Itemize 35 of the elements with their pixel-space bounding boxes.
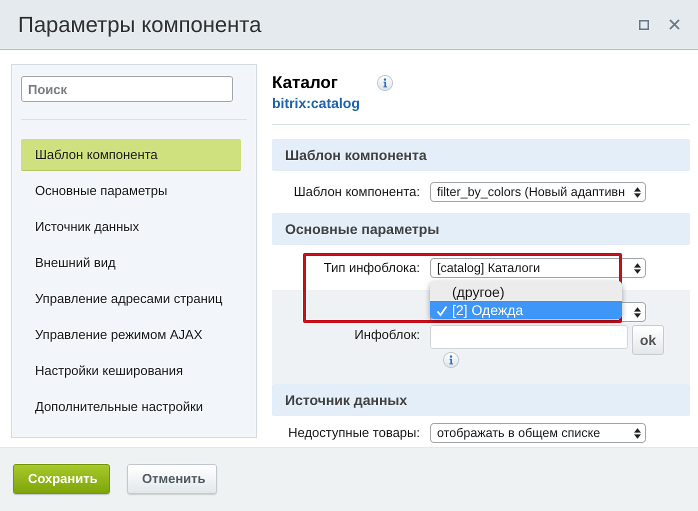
info-icon[interactable]: [443, 352, 459, 368]
field-label: Инфоблок:: [353, 326, 421, 344]
sidebar-item[interactable]: Внешний вид: [21, 247, 241, 279]
sidebar-item[interactable]: Шаблон компонента: [21, 139, 241, 171]
field-label: Шаблон компонента:: [292, 183, 421, 201]
sidebar-item[interactable]: Основные параметры: [21, 175, 241, 207]
sidebar-item[interactable]: Источник данных: [21, 211, 241, 243]
select-field[interactable]: [catalog] Каталоги: [430, 258, 646, 278]
info-icon[interactable]: [377, 75, 393, 91]
search-field[interactable]: Поиск: [21, 76, 233, 102]
sidebar-item[interactable]: Управление режимом AJAX: [21, 319, 241, 351]
section-header: Основные параметры: [272, 213, 690, 245]
updown-arrows-icon: [634, 306, 641, 318]
field-label: Тип инфоблока:: [322, 259, 421, 277]
section-header: Шаблон компонента: [272, 139, 690, 171]
select-field[interactable]: filter_by_colors (Новый адаптивн: [430, 182, 646, 202]
field-label: Недоступные товары:: [287, 424, 421, 442]
sidebar-item[interactable]: Управление адресами страниц: [21, 283, 241, 315]
sidebar-item[interactable]: Дополнительные настройки: [21, 391, 241, 423]
window-title: Параметры компонента: [18, 12, 262, 38]
maximize-icon[interactable]: [639, 20, 649, 30]
component-code[interactable]: bitrix:catalog: [272, 95, 360, 111]
ok-button[interactable]: ok: [632, 325, 664, 355]
updown-arrows-icon: [634, 186, 641, 198]
close-icon[interactable]: [669, 19, 680, 30]
cancel-button[interactable]: Отменить: [127, 464, 217, 494]
dropdown-option[interactable]: (другое): [430, 283, 622, 301]
sidebar-item[interactable]: Настройки кеширования: [21, 355, 241, 387]
updown-arrows-icon: [634, 262, 641, 274]
select-field[interactable]: отображать в общем списке: [430, 423, 646, 443]
updown-arrows-icon: [634, 428, 641, 438]
input-field[interactable]: [430, 325, 628, 349]
component-name: Каталог: [272, 73, 338, 93]
section-header: Источник данных: [272, 384, 690, 416]
check-icon: [436, 304, 450, 316]
